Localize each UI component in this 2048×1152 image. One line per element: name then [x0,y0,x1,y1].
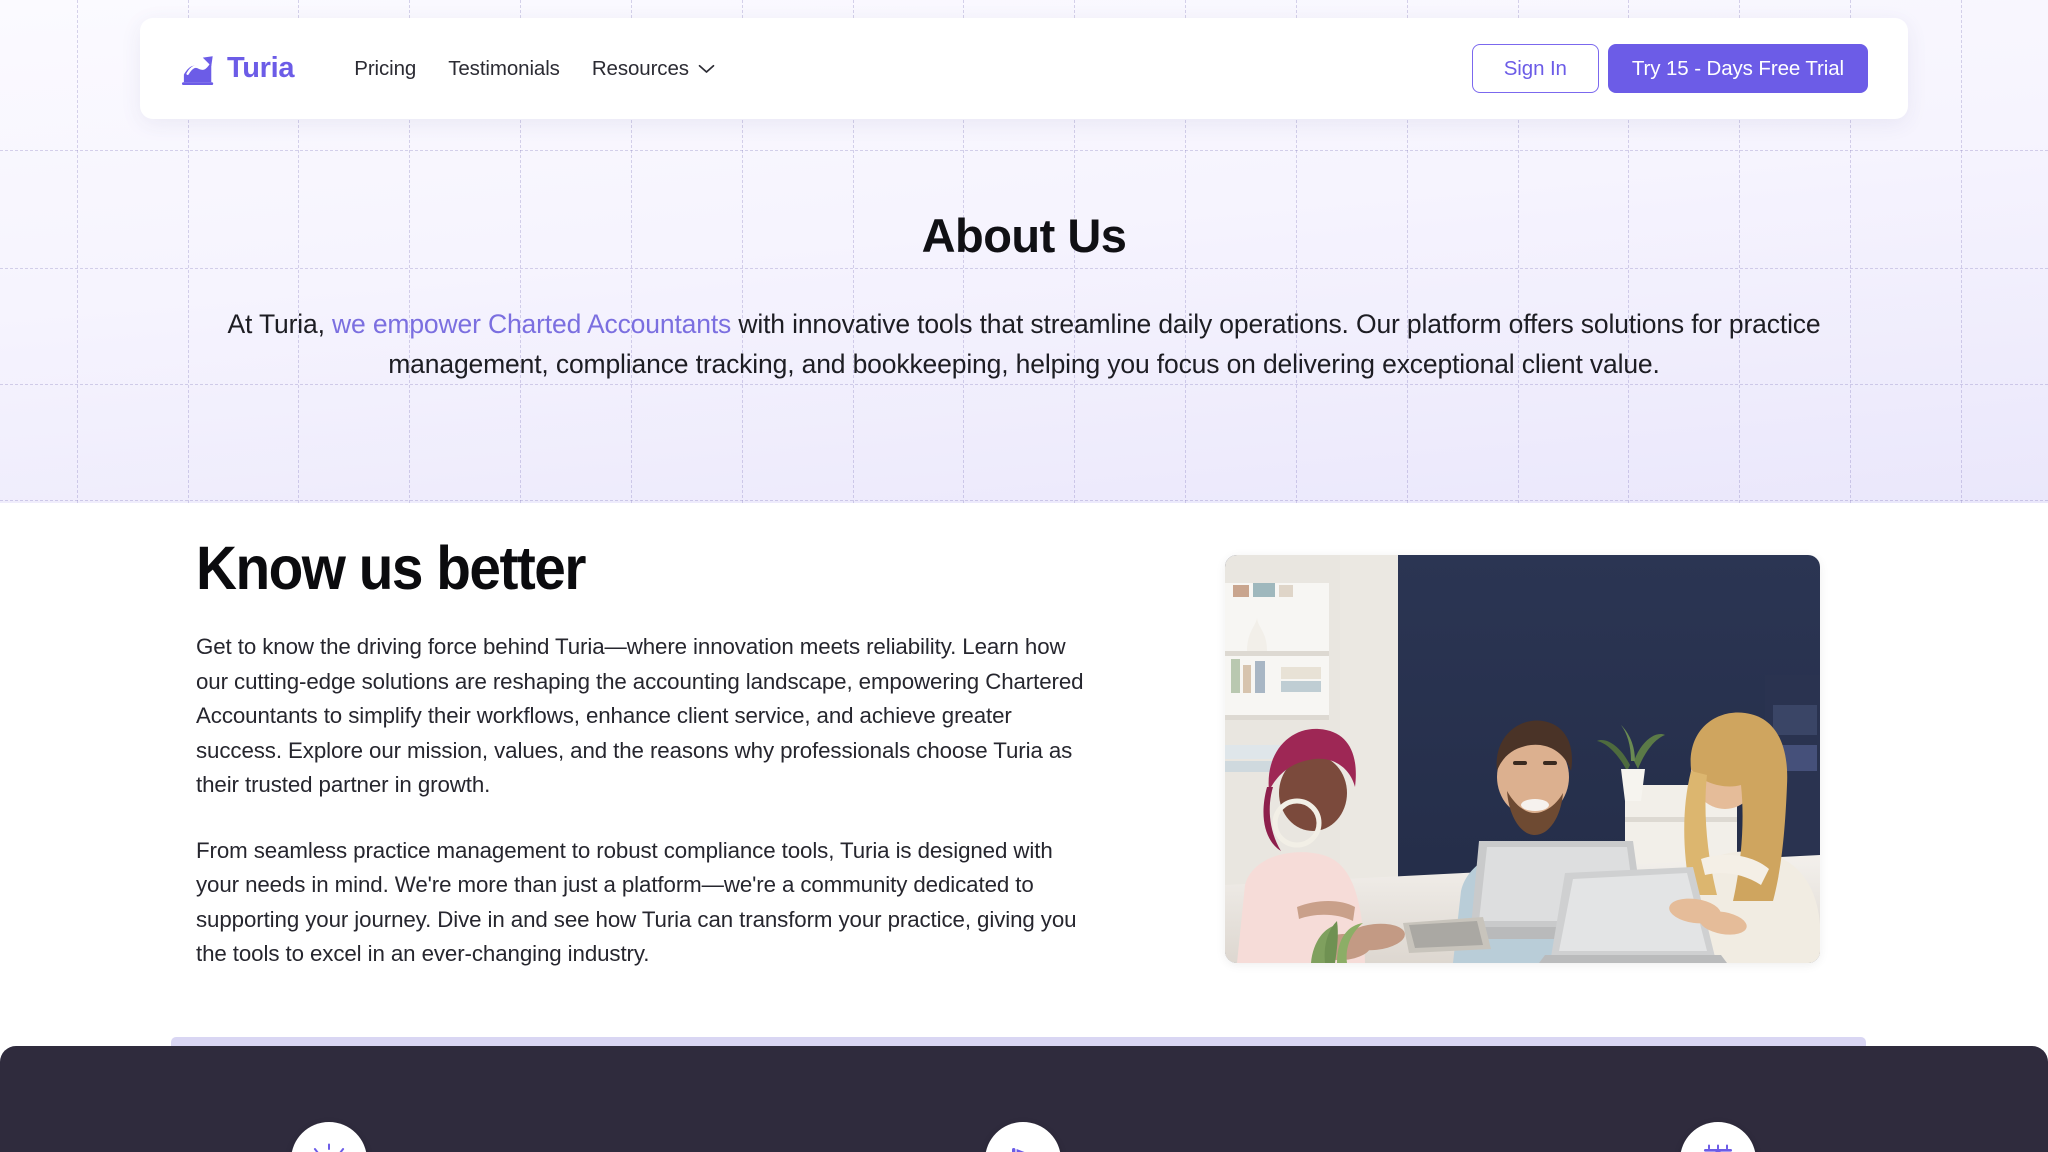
know-us-better-text: Know us better Get to know the driving f… [196,536,1096,972]
brand-logo[interactable]: Turia [180,52,295,86]
section-paragraph-2: From seamless practice management to rob… [196,837,1077,967]
about-us-page: About Us At Turia, we empower Charted Ac… [0,0,2048,1152]
sign-in-button[interactable]: Sign In [1471,44,1599,93]
flag-icon [1012,1148,1025,1152]
team-photo-illustration [1225,555,1820,963]
hero-paragraph-prefix: At Turia, [227,309,333,339]
lightbulb-idea-icon [313,1143,345,1152]
hero-paragraph: At Turia, we empower Charted Accountants… [204,305,1844,384]
section-paragraph-1: Get to know the driving force behind Tur… [196,634,1084,798]
main-nav: Pricing Testimonials Resources [354,57,715,81]
nav-link-pricing[interactable]: Pricing [354,57,416,81]
header-actions: Sign In Try 15 - Days Free Trial [1471,44,1868,93]
people-group-icon [1704,1144,1732,1152]
chevron-down-icon [698,64,715,73]
brand-name: Turia [227,52,295,84]
page-title: About Us [921,209,1127,262]
nav-link-resources[interactable]: Resources [592,57,715,81]
chart-arrow-up-icon [182,55,214,85]
hero-paragraph-highlight: we empower Charted Accountants [332,309,732,339]
nav-link-resources-label: Resources [591,56,689,80]
nav-link-testimonials[interactable]: Testimonials [448,57,560,81]
team-photo [1225,555,1820,963]
free-trial-button[interactable]: Try 15 - Days Free Trial [1607,44,1868,93]
know-us-better-section: Know us better Get to know the driving f… [0,503,2048,1037]
section-heading: Know us better [196,534,586,602]
site-header: Turia Pricing Testimonials Resources Sig… [140,18,1908,119]
